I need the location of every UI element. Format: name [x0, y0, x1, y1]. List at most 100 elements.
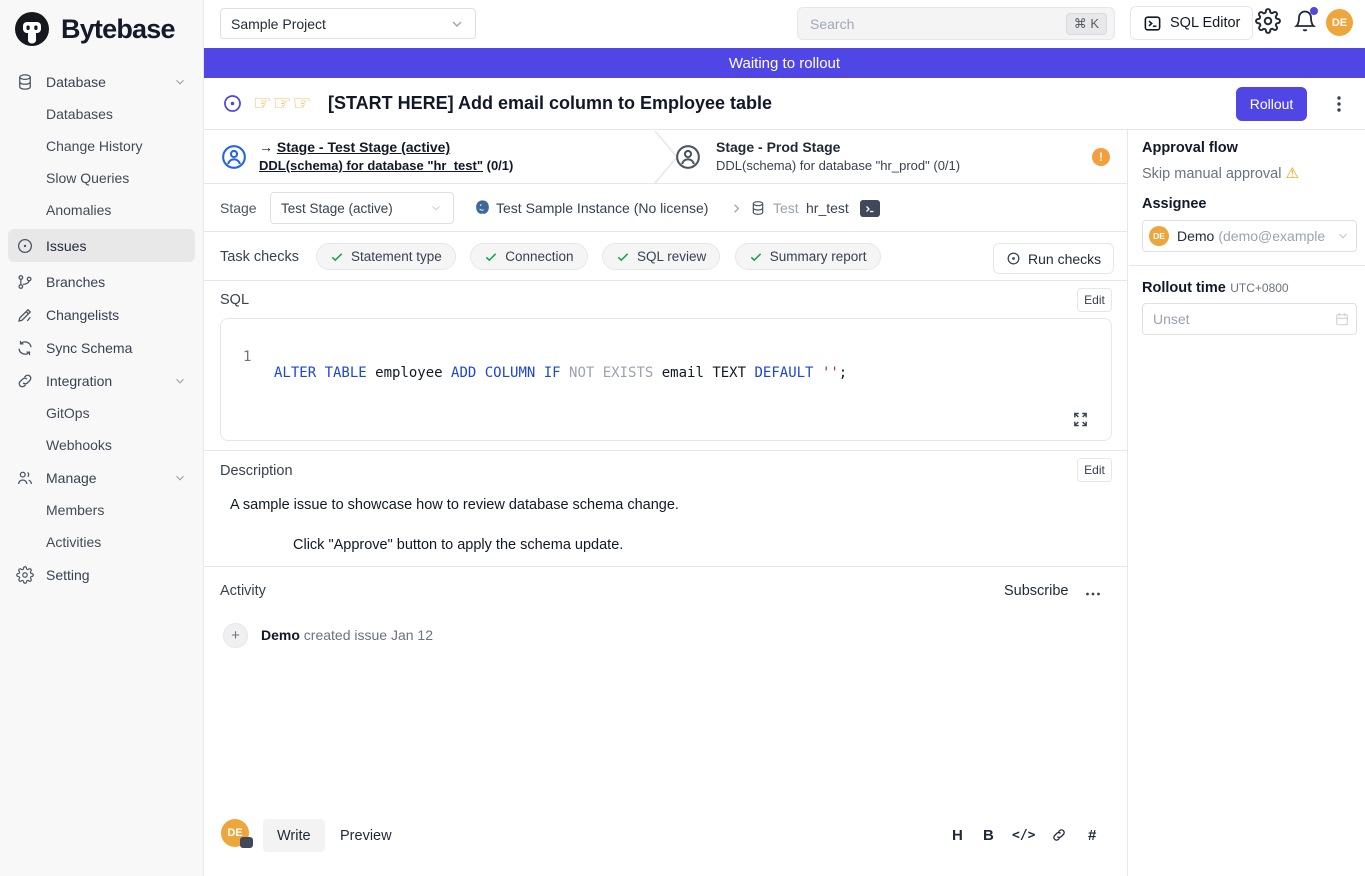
sidebar-nav: Database Databases Change History Slow Q… [0, 55, 203, 591]
open-sql-editor-icon[interactable] [860, 200, 880, 217]
approval-status: Skip manual approval ⚠ [1142, 164, 1299, 182]
sidebar-item-databases[interactable]: Databases [8, 98, 195, 130]
search-input[interactable] [810, 16, 1066, 32]
search-box[interactable]: ⌘ K [797, 7, 1115, 40]
issue-status-icon [222, 93, 243, 114]
assignee-avatar: DE [1149, 226, 1169, 246]
rollout-button[interactable]: Rollout [1236, 87, 1307, 121]
line-number: 1 [243, 349, 251, 365]
assignee-title: Assignee [1142, 196, 1206, 212]
changelist-icon [16, 306, 34, 324]
stage-person-icon-active [220, 143, 248, 171]
sidebar-label: Databases [46, 106, 113, 122]
activity-user[interactable]: Demo [261, 627, 300, 643]
check-label: Summary report [770, 249, 867, 264]
tab-preview[interactable]: Preview [326, 819, 406, 852]
subscribe-button[interactable]: Subscribe [1004, 583, 1068, 599]
run-checks-button[interactable]: Run checks [993, 243, 1114, 274]
sidebar-item-sync-schema[interactable]: Sync Schema [8, 331, 195, 364]
sidebar-item-change-history[interactable]: Change History [8, 130, 195, 162]
heading-format-icon[interactable]: H [952, 827, 963, 844]
sidebar-label: Slow Queries [46, 170, 129, 186]
bytebase-app: Bytebase Database Databases Change Histo… [0, 0, 1365, 876]
sidebar-item-gitops[interactable]: GitOps [8, 397, 195, 429]
project-name: Sample Project [231, 16, 326, 32]
timezone-label: UTC+0800 [1230, 281, 1288, 295]
instance-breadcrumb[interactable]: Test Sample Instance (No license) [496, 200, 708, 216]
sidebar-item-database[interactable]: Database [8, 65, 195, 98]
sql-editor[interactable]: 1 ALTER TABLE employee ADD COLUMN IF NOT… [220, 318, 1112, 441]
check-pill-statement-type[interactable]: Statement type [316, 243, 456, 270]
postgres-icon [474, 199, 491, 216]
rollout-time-title: Rollout time UTC+0800 [1142, 279, 1289, 297]
chevron-down-icon [1336, 229, 1350, 243]
sidebar-item-slow-queries[interactable]: Slow Queries [8, 162, 195, 194]
sidebar-label: Anomalies [46, 202, 111, 218]
more-icon[interactable] [1085, 587, 1101, 601]
stage-name[interactable]: Stage - Test Stage (active) [277, 139, 450, 155]
brand-name: Bytebase [61, 14, 175, 45]
check-label: Statement type [351, 249, 442, 264]
brand-logo[interactable]: Bytebase [0, 0, 203, 55]
check-pill-connection[interactable]: Connection [470, 243, 587, 270]
fullscreen-icon[interactable] [1072, 411, 1089, 428]
activity-section: Activity Subscribe + Demo created issue … [204, 566, 1128, 876]
assignee-email: (demo@example [1218, 228, 1325, 244]
sql-label: SQL [220, 292, 249, 308]
sql-statement: ALTER TABLE employee ADD COLUMN IF NOT E… [274, 365, 847, 381]
sidebar-item-issues[interactable]: Issues [8, 229, 195, 262]
stage-selector-row: Stage Test Stage (active) Test Sample In… [204, 184, 1128, 232]
stage-name: Stage - Prod Stage [716, 139, 960, 155]
rollout-time-input[interactable] [1153, 311, 1334, 327]
sidebar-item-anomalies[interactable]: Anomalies [8, 194, 195, 226]
user-avatar[interactable]: DE [1326, 9, 1353, 36]
sidebar-item-branches[interactable]: Branches [8, 265, 195, 298]
sidebar-label: Branches [46, 274, 105, 290]
notification-bell-icon[interactable] [1293, 9, 1317, 33]
database-breadcrumb[interactable]: hr_test [806, 200, 849, 216]
project-selector[interactable]: Sample Project [220, 8, 476, 39]
chevron-down-icon [173, 374, 187, 388]
main-content: → Stage - Test Stage (active) DDL(schema… [204, 130, 1128, 876]
sidebar-label: Activities [46, 534, 101, 550]
sql-editor-button[interactable]: SQL Editor [1130, 6, 1253, 40]
sql-edit-button[interactable]: Edit [1077, 288, 1112, 312]
active-arrow: → [259, 139, 273, 155]
sidebar-item-manage[interactable]: Manage [8, 461, 195, 494]
description-section: Description Edit A sample issue to showc… [204, 450, 1128, 566]
assignee-select[interactable]: DE Demo (demo@example [1142, 220, 1357, 252]
check-icon [330, 250, 344, 264]
bold-format-icon[interactable]: B [983, 827, 994, 844]
check-pill-sql-review[interactable]: SQL review [602, 243, 720, 270]
settings-gear-icon[interactable] [1255, 8, 1281, 34]
sidebar-label: Sync Schema [46, 340, 132, 356]
tab-write[interactable]: Write [263, 819, 325, 852]
panel-divider [1129, 265, 1365, 266]
kebab-menu-icon[interactable] [1330, 94, 1348, 114]
stage-task-count: (0/1) [933, 158, 960, 173]
sidebar-label: Integration [46, 373, 112, 389]
hash-format-icon[interactable]: # [1088, 827, 1096, 844]
description-label: Description [220, 463, 293, 479]
stage-select[interactable]: Test Stage (active) [270, 192, 454, 224]
stage-card-test[interactable]: → Stage - Test Stage (active) DDL(schema… [259, 139, 513, 173]
stage-card-prod[interactable]: Stage - Prod Stage DDL(schema) for datab… [716, 139, 960, 173]
sidebar-item-webhooks[interactable]: Webhooks [8, 429, 195, 461]
check-label: SQL review [637, 249, 706, 264]
sidebar-item-integration[interactable]: Integration [8, 364, 195, 397]
pointing-emoji: ☞☞☞ [253, 91, 312, 115]
stage-task-count: (0/1) [487, 158, 514, 173]
sidebar-item-setting[interactable]: Setting [8, 558, 195, 591]
code-format-icon[interactable]: </> [1012, 828, 1035, 843]
link-format-icon[interactable] [1051, 827, 1067, 843]
attention-icon: ! [1092, 148, 1110, 166]
sidebar-item-activities[interactable]: Activities [8, 526, 195, 558]
description-edit-button[interactable]: Edit [1077, 458, 1112, 482]
sidebar-item-changelists[interactable]: Changelists [8, 298, 195, 331]
sidebar-label: Database [46, 74, 106, 90]
sidebar-label: Change History [46, 138, 143, 154]
sidebar-item-members[interactable]: Members [8, 494, 195, 526]
check-pill-summary-report[interactable]: Summary report [735, 243, 881, 270]
environment-label: Test [773, 200, 799, 216]
stage-task-link[interactable]: DDL(schema) for database "hr_test" [259, 158, 483, 173]
